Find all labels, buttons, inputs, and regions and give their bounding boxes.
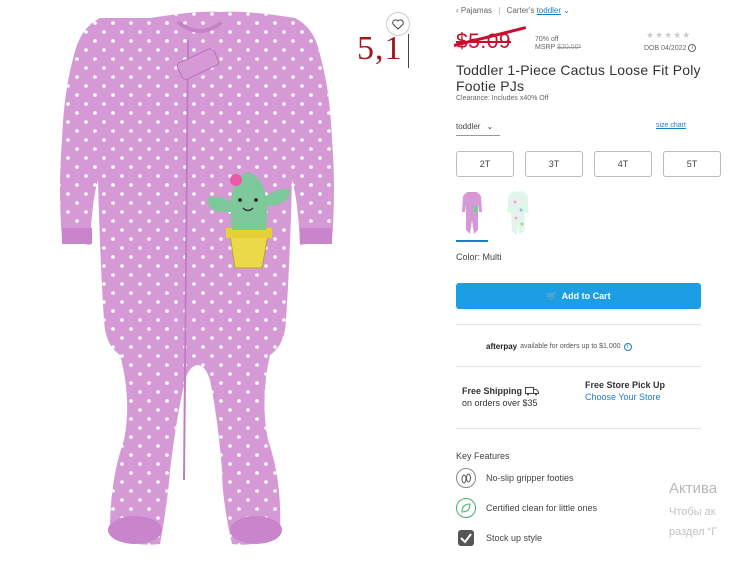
size-chart-link[interactable]: size chart bbox=[656, 122, 686, 129]
breadcrumb-pajamas[interactable]: Pajamas bbox=[461, 6, 492, 15]
divider bbox=[456, 428, 701, 429]
truck-icon bbox=[524, 387, 539, 396]
feature-item: No-slip gripper footies bbox=[456, 468, 574, 488]
afterpay-logo: afterpay bbox=[486, 342, 518, 351]
activation-line-1: Чтобы ак bbox=[669, 506, 716, 518]
text-caret bbox=[408, 34, 409, 68]
add-to-cart-label: Add to Cart bbox=[561, 291, 611, 301]
size-options: 2T 3T 4T 5T bbox=[456, 151, 721, 177]
shipping-title: Free Shipping bbox=[462, 386, 523, 396]
dob-text: DOB 04/2022 bbox=[644, 44, 687, 52]
windows-activation-text: Чтобы ак раздел “Г bbox=[669, 502, 717, 542]
size-category-value: toddler bbox=[456, 122, 481, 131]
floral-pajama-thumbnail bbox=[507, 191, 529, 236]
clearance-note: Clearance: Includes x40% Off bbox=[456, 95, 549, 102]
store-pickup: Free Store Pick Up Choose Your Store bbox=[585, 379, 665, 403]
size-option-2t[interactable]: 2T bbox=[456, 151, 514, 177]
feature-label: No-slip gripper footies bbox=[486, 473, 574, 483]
msrp-value: $20.00* bbox=[557, 44, 582, 51]
feature-item: Stock up style bbox=[456, 528, 542, 548]
annotation-text: 5,1 bbox=[357, 30, 403, 67]
rating-stars[interactable]: ★★★★★ bbox=[646, 30, 691, 41]
color-swatches bbox=[456, 190, 534, 242]
size-option-3t[interactable]: 3T bbox=[525, 151, 583, 177]
pajama-image bbox=[60, 11, 334, 545]
afterpay-info: afterpay available for orders up to $1,0… bbox=[486, 342, 632, 351]
size-option-5t[interactable]: 5T bbox=[663, 151, 721, 177]
heart-icon bbox=[392, 18, 404, 30]
windows-activation-title: Актива bbox=[669, 480, 718, 497]
leaf-icon bbox=[456, 498, 476, 518]
size-option-4t[interactable]: 4T bbox=[594, 151, 652, 177]
msrp: MSRP $20.00* bbox=[535, 44, 581, 51]
product-image[interactable] bbox=[0, 0, 440, 563]
cart-icon: 🛒 bbox=[546, 290, 558, 301]
feature-label: Certified clean for little ones bbox=[486, 503, 598, 513]
add-to-cart-button[interactable]: 🛒 Add to Cart bbox=[456, 283, 701, 309]
info-icon[interactable]: i bbox=[688, 44, 697, 52]
color-label: Color: Multi bbox=[456, 252, 502, 262]
choose-store-link[interactable]: Choose Your Store bbox=[585, 392, 661, 402]
pickup-title: Free Store Pick Up bbox=[585, 380, 666, 390]
afterpay-text: available for orders up to $1,000 bbox=[520, 343, 621, 350]
breadcrumb-back-icon[interactable]: ‹ bbox=[456, 6, 459, 15]
chevron-down-icon[interactable]: ⌄ bbox=[563, 6, 570, 15]
check-icon bbox=[456, 528, 476, 548]
breadcrumb-toddler[interactable]: toddler bbox=[537, 6, 561, 15]
dob-info: DOB 04/2022 i bbox=[644, 44, 697, 52]
footprint-icon bbox=[456, 468, 476, 488]
chevron-down-icon: ⌄ bbox=[486, 122, 494, 131]
feature-item: Certified clean for little ones bbox=[456, 498, 597, 518]
percent-off: 70% off bbox=[535, 36, 559, 43]
pink-pajama-thumbnail bbox=[462, 192, 482, 234]
size-category-select[interactable]: toddler ⌄ bbox=[456, 122, 500, 136]
product-title: Toddler 1-Piece Cactus Loose Fit Poly Fo… bbox=[456, 62, 701, 94]
divider bbox=[456, 324, 701, 325]
info-icon[interactable]: i bbox=[623, 342, 632, 351]
msrp-label: MSRP bbox=[535, 44, 556, 51]
breadcrumb: ‹ Pajamas | Carter's toddler ⌄ bbox=[456, 6, 570, 15]
shipping-sub: on orders over $35 bbox=[462, 398, 538, 408]
divider bbox=[456, 366, 701, 367]
swatch-pink[interactable] bbox=[456, 190, 488, 242]
activation-line-2: раздел “Г bbox=[669, 526, 718, 538]
free-shipping: Free Shipping on orders over $35 bbox=[462, 385, 539, 409]
breadcrumb-carters[interactable]: Carter's bbox=[507, 6, 535, 15]
key-features-title: Key Features bbox=[456, 451, 510, 461]
swatch-floral[interactable] bbox=[502, 190, 534, 242]
feature-label: Stock up style bbox=[486, 533, 543, 543]
breadcrumb-separator: | bbox=[498, 6, 501, 15]
